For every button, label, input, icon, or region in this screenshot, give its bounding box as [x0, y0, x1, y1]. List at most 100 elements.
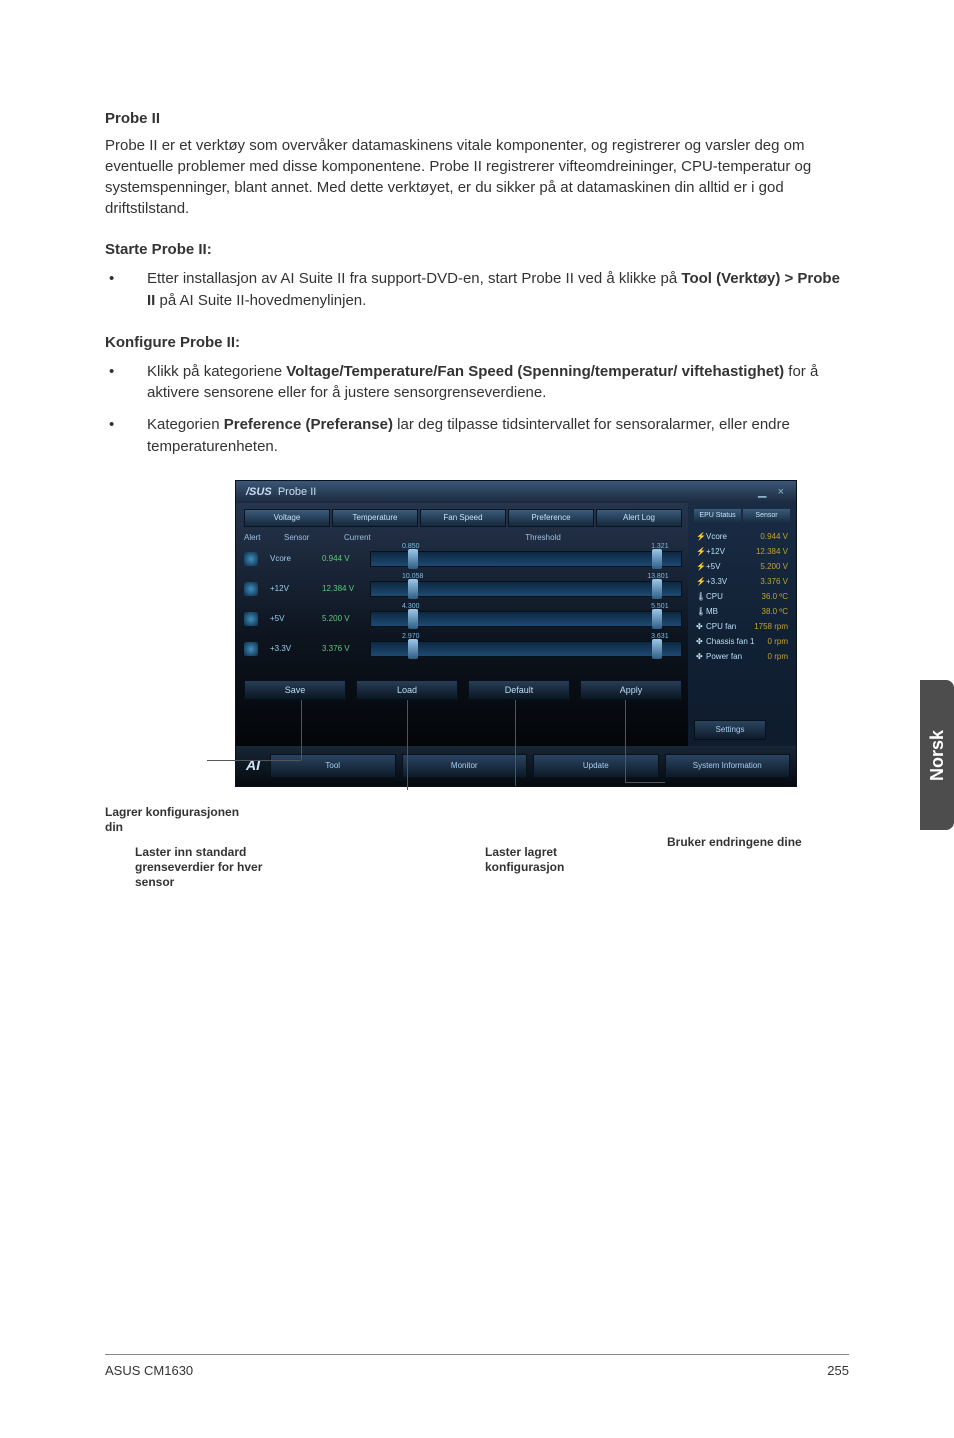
- status-row: ✤Chassis fan 10 rpm: [694, 634, 790, 649]
- threshold-slider[interactable]: 2.970 3.631: [370, 641, 682, 657]
- status-value: 0 rpm: [768, 652, 788, 661]
- slider-handle-low[interactable]: [408, 609, 418, 629]
- subhead-start: Starte Probe II:: [105, 241, 849, 258]
- thermometer-icon: 🌡: [696, 607, 706, 616]
- col-sensor: Sensor: [284, 533, 344, 542]
- slider-handle-low[interactable]: [408, 579, 418, 599]
- bolt-icon: ⚡: [696, 562, 706, 571]
- settings-button[interactable]: Settings: [694, 720, 766, 740]
- threshold-slider[interactable]: 10.058 13.801: [370, 581, 682, 597]
- default-button[interactable]: Default: [468, 680, 570, 700]
- status-value: 12.384 V: [756, 547, 788, 556]
- app-title: Probe II: [278, 486, 317, 498]
- sensor-head-row: Alert Sensor Current Threshold: [244, 531, 682, 546]
- window-titlebar: /SUS Probe II ▁ ×: [236, 481, 796, 503]
- tab-alert-log[interactable]: Alert Log: [596, 509, 682, 527]
- callout-line: [301, 700, 302, 760]
- footer-page-number: 255: [827, 1363, 849, 1378]
- bolt-icon: ⚡: [696, 547, 706, 556]
- tool-button[interactable]: Tool: [270, 754, 396, 778]
- tab-voltage[interactable]: Voltage: [244, 509, 330, 527]
- status-row: ⚡+3.3V3.376 V: [694, 574, 790, 589]
- callout-line: [625, 700, 626, 782]
- callout-line: [207, 760, 301, 761]
- sensor-row: +12V 12.384 V 10.058 13.801: [244, 576, 682, 602]
- sensor-row: +5V 5.200 V 4.300 5.501: [244, 606, 682, 632]
- callout-line: [407, 700, 408, 790]
- section-title-probe: Probe II: [105, 110, 849, 127]
- text-frag: Klikk på kategoriene: [147, 363, 286, 380]
- callout-save: Lagrer konfigurasjonen din: [105, 805, 255, 835]
- text-bold: dringene dine: [723, 835, 802, 849]
- status-value: 1758 rpm: [754, 622, 788, 631]
- fan-icon: ✤: [696, 652, 706, 661]
- slider-handle-low[interactable]: [408, 549, 418, 569]
- text-frag: Bruker en: [667, 835, 723, 849]
- sensor-name: +5V: [270, 614, 322, 623]
- subhead-configure: Konfigure Probe II:: [105, 334, 849, 351]
- save-button[interactable]: Save: [244, 680, 346, 700]
- status-name: +12V: [706, 547, 756, 556]
- slider-handle-high[interactable]: [652, 609, 662, 629]
- status-value: 5.200 V: [760, 562, 788, 571]
- alert-checkbox[interactable]: [244, 552, 258, 566]
- thermometer-icon: 🌡: [696, 592, 706, 601]
- sensor-value: 12.384 V: [322, 584, 370, 593]
- load-button[interactable]: Load: [356, 680, 458, 700]
- slider-handle-high[interactable]: [652, 639, 662, 659]
- minimize-icon[interactable]: ▁: [758, 486, 770, 498]
- close-icon[interactable]: ×: [778, 486, 788, 498]
- apply-button[interactable]: Apply: [580, 680, 682, 700]
- callout-line: [625, 782, 665, 783]
- slider-handle-high[interactable]: [652, 579, 662, 599]
- sensor-tabs: Voltage Temperature Fan Speed Preference…: [244, 509, 682, 527]
- alert-checkbox[interactable]: [244, 612, 258, 626]
- probe-window: /SUS Probe II ▁ × Voltage Temperature Fa…: [235, 480, 797, 787]
- tab-preference[interactable]: Preference: [508, 509, 594, 527]
- slider-handle-low[interactable]: [408, 639, 418, 659]
- fan-icon: ✤: [696, 637, 706, 646]
- status-row: ⚡Vcore0.944 V: [694, 529, 790, 544]
- status-row: ✤Power fan0 rpm: [694, 649, 790, 664]
- bullet-pref-text: Kategorien Preference (Preferanse) lar d…: [147, 414, 849, 458]
- col-threshold: Threshold: [404, 533, 682, 542]
- callout-load: Laster inn standard grenseverdier for hv…: [135, 845, 295, 890]
- threshold-slider[interactable]: 0.850 1.321: [370, 551, 682, 567]
- bolt-icon: ⚡: [696, 577, 706, 586]
- status-row: ⚡+5V5.200 V: [694, 559, 790, 574]
- col-current: Current: [344, 533, 404, 542]
- sensor-name: +3.3V: [270, 644, 322, 653]
- alert-checkbox[interactable]: [244, 642, 258, 656]
- slider-handle-high[interactable]: [652, 549, 662, 569]
- status-name: CPU: [706, 592, 762, 601]
- status-value: 3.376 V: [760, 577, 788, 586]
- update-button[interactable]: Update: [533, 754, 659, 778]
- status-name: +5V: [706, 562, 760, 571]
- sensor-row: Vcore 0.944 V 0.850 1.321: [244, 546, 682, 572]
- alert-checkbox[interactable]: [244, 582, 258, 596]
- tab-fan-speed[interactable]: Fan Speed: [420, 509, 506, 527]
- col-alert: Alert: [244, 533, 284, 542]
- bullet-voltage-text: Klikk på kategoriene Voltage/Temperature…: [147, 361, 849, 405]
- sensor-value: 5.200 V: [322, 614, 370, 623]
- status-row: 🌡MB38.0 ºC: [694, 604, 790, 619]
- right-tab-status[interactable]: EPU Status: [694, 509, 741, 523]
- sensor-row: +3.3V 3.376 V 2.970 3.631: [244, 636, 682, 662]
- monitor-button[interactable]: Monitor: [402, 754, 528, 778]
- threshold-slider[interactable]: 4.300 5.501: [370, 611, 682, 627]
- sysinfo-button[interactable]: System Information: [665, 754, 791, 778]
- text-frag: Kategorien: [147, 416, 224, 433]
- language-tab: Norsk: [920, 680, 954, 830]
- status-row: 🌡CPU36.0 ºC: [694, 589, 790, 604]
- bolt-icon: ⚡: [696, 532, 706, 541]
- text-frag: på AI Suite II-hovedmenylinjen.: [155, 292, 366, 309]
- intro-paragraph: Probe II er et verktøy som overvåker dat…: [105, 135, 849, 219]
- callout-default: Laster lagret konfigurasjon: [485, 845, 615, 875]
- status-value: 0 rpm: [768, 637, 788, 646]
- right-tab-sensor[interactable]: Sensor: [743, 509, 790, 523]
- sensor-value: 0.944 V: [322, 554, 370, 563]
- footer-model: ASUS CM1630: [105, 1363, 193, 1378]
- tab-temperature[interactable]: Temperature: [332, 509, 418, 527]
- sensor-name: +12V: [270, 584, 322, 593]
- brand-logo-text: /SUS: [246, 486, 272, 498]
